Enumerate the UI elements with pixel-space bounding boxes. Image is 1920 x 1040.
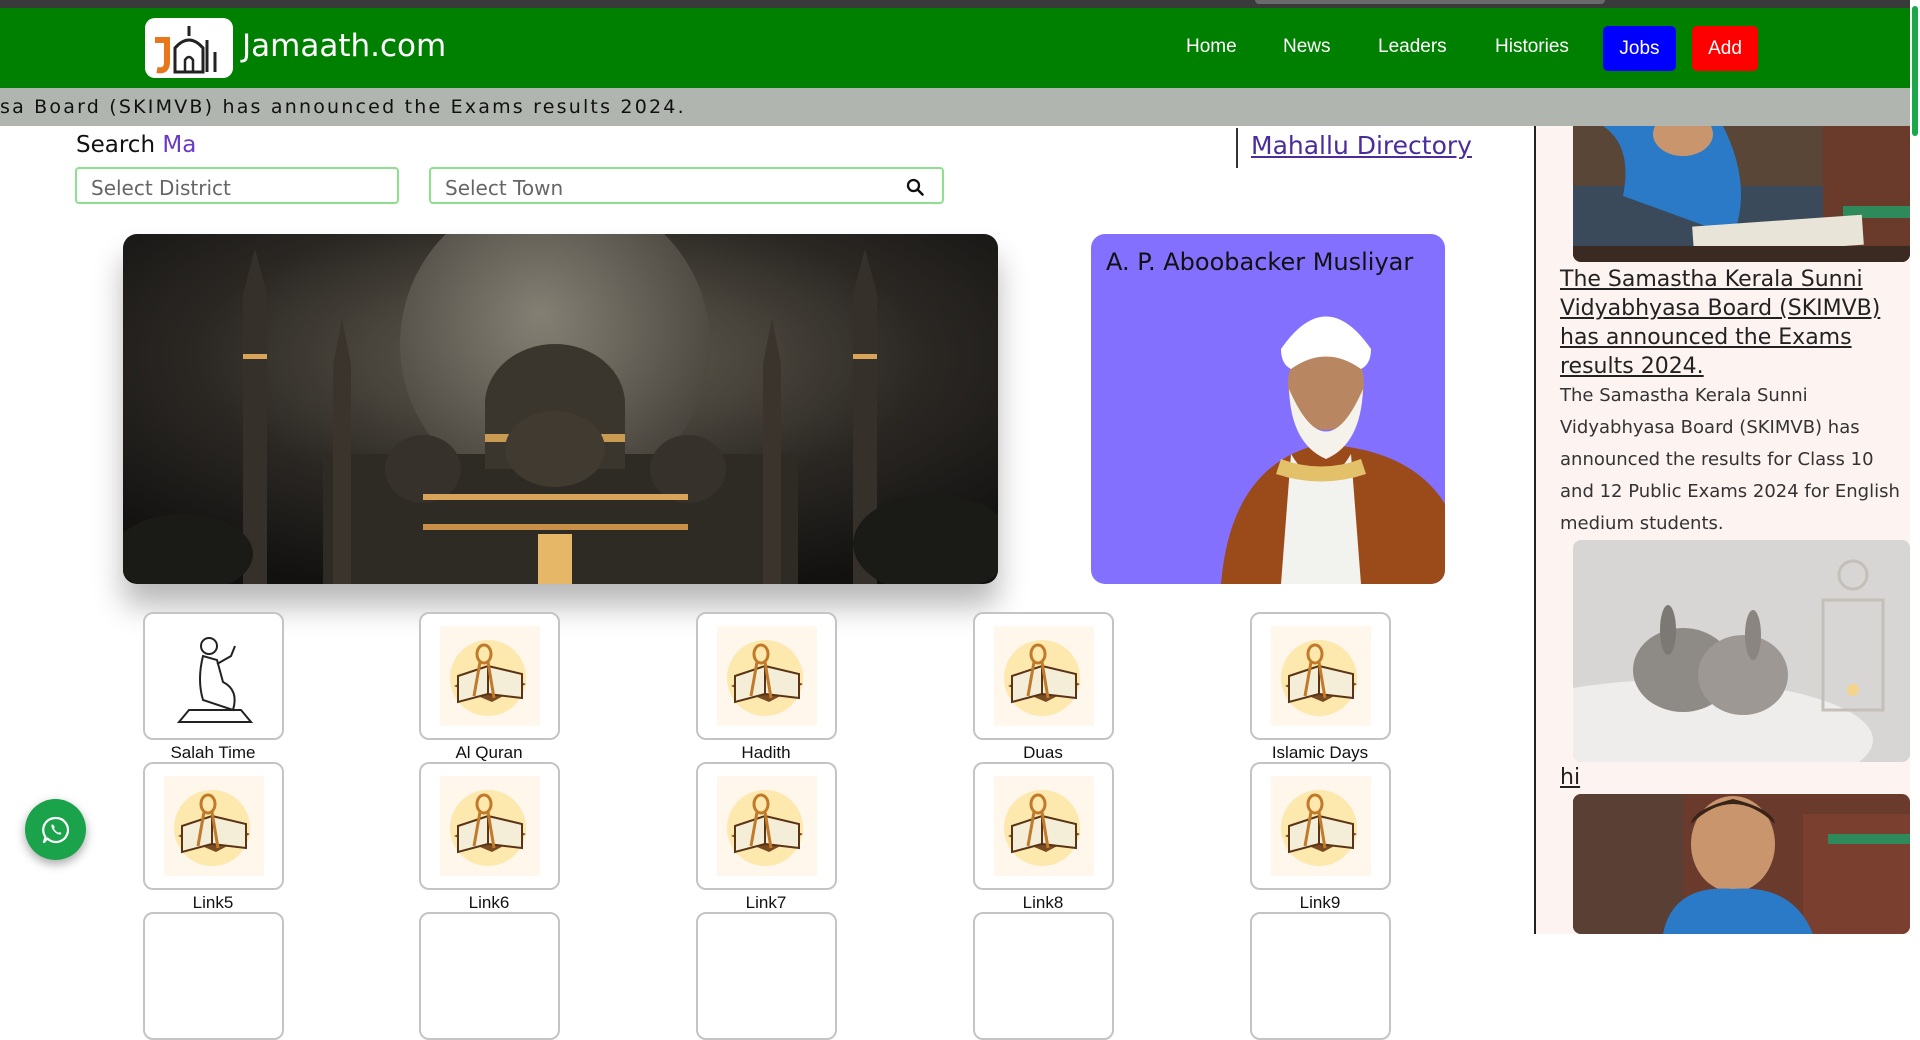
quran-icon bbox=[1271, 626, 1371, 726]
ticker-text[interactable]: sa Board (SKIMVB) has announced the Exam… bbox=[0, 96, 686, 118]
leader-portrait bbox=[1221, 316, 1445, 584]
rabbits-image bbox=[1573, 540, 1910, 762]
tile-link6[interactable] bbox=[419, 762, 560, 890]
quran-icon bbox=[994, 776, 1094, 876]
tile-hadith[interactable] bbox=[696, 612, 837, 740]
tile-row3-2[interactable] bbox=[419, 912, 560, 1040]
tile-label-hadith: Hadith bbox=[741, 743, 791, 762]
search-icon[interactable] bbox=[906, 178, 924, 196]
navbar: Jamaath.com Home News Leaders Histories … bbox=[0, 8, 1910, 88]
student-writing-image bbox=[1573, 126, 1910, 262]
tile-label-link7: Link7 bbox=[745, 893, 787, 912]
tile-label-al-quran: Al Quran bbox=[455, 743, 523, 762]
district-select-placeholder: Select District bbox=[91, 176, 231, 200]
tile-al-quran[interactable] bbox=[419, 612, 560, 740]
tile-label-link6: Link6 bbox=[468, 893, 510, 912]
whatsapp-icon bbox=[41, 816, 69, 843]
news-sidebar: The Samastha Kerala Sunni Vidyabhyasa Bo… bbox=[1536, 126, 1910, 934]
hero-banner[interactable] bbox=[123, 234, 998, 584]
search-heading: Search Ma bbox=[76, 132, 196, 158]
news-title-2[interactable]: hi bbox=[1560, 763, 1910, 792]
tile-label-link5: Link5 bbox=[192, 893, 234, 912]
town-select[interactable]: Select Town bbox=[429, 167, 944, 204]
tile-row3-3[interactable] bbox=[696, 912, 837, 1040]
tile-link5[interactable] bbox=[143, 762, 284, 890]
news-title-1[interactable]: The Samastha Kerala Sunni Vidyabhyasa Bo… bbox=[1560, 265, 1910, 381]
tile-row3-4[interactable] bbox=[973, 912, 1114, 1040]
boy-writing-image bbox=[1573, 794, 1910, 934]
brand-name[interactable]: Jamaath.com bbox=[242, 28, 446, 64]
tile-link7[interactable] bbox=[696, 762, 837, 890]
tile-row3-1[interactable] bbox=[143, 912, 284, 1040]
scrollbar-thumb[interactable] bbox=[1912, 6, 1918, 136]
quran-icon bbox=[717, 776, 817, 876]
tile-duas[interactable] bbox=[973, 612, 1114, 740]
page-scrollbar[interactable] bbox=[1910, 0, 1920, 934]
leader-card[interactable]: A. P. Aboobacker Musliyar bbox=[1091, 234, 1445, 584]
leader-name: A. P. Aboobacker Musliyar bbox=[1106, 248, 1414, 276]
tile-link8[interactable] bbox=[973, 762, 1114, 890]
search-heading-accent: Ma bbox=[162, 132, 197, 158]
tile-label-link8: Link8 bbox=[1022, 893, 1064, 912]
nav-leaders[interactable]: Leaders bbox=[1378, 36, 1447, 58]
nav-home[interactable]: Home bbox=[1186, 36, 1237, 58]
tile-link9[interactable] bbox=[1250, 762, 1391, 890]
directory-divider bbox=[1236, 128, 1238, 168]
browser-top-strip bbox=[0, 0, 1920, 8]
quran-icon bbox=[440, 626, 540, 726]
prayer-icon bbox=[176, 637, 254, 723]
news-description-1: The Samastha Kerala Sunni Vidyabhyasa Bo… bbox=[1560, 385, 1900, 534]
quran-icon bbox=[1271, 776, 1371, 876]
tile-label-duas: Duas bbox=[1023, 743, 1063, 762]
quran-icon bbox=[164, 776, 264, 876]
tile-label-salah-time: Salah Time bbox=[170, 743, 256, 762]
quran-icon bbox=[440, 776, 540, 876]
browser-tab-pill bbox=[1255, 0, 1605, 4]
news-image-student-writing[interactable] bbox=[1573, 126, 1910, 262]
tile-label-islamic-days: Islamic Days bbox=[1271, 743, 1369, 762]
nav-news[interactable]: News bbox=[1283, 36, 1331, 58]
district-select[interactable]: Select District bbox=[75, 167, 399, 204]
tile-label-link9: Link9 bbox=[1299, 893, 1341, 912]
logo-mosque-icon bbox=[155, 26, 217, 74]
town-select-placeholder: Select Town bbox=[445, 176, 564, 200]
tile-islamic-days[interactable] bbox=[1250, 612, 1391, 740]
tile-row3-5[interactable] bbox=[1250, 912, 1391, 1040]
jobs-button[interactable]: Jobs bbox=[1603, 26, 1676, 71]
mahallu-directory-link[interactable]: Mahallu Directory bbox=[1251, 131, 1472, 160]
news-ticker: sa Board (SKIMVB) has announced the Exam… bbox=[0, 88, 1910, 126]
nav-histories[interactable]: Histories bbox=[1495, 36, 1569, 58]
tile-salah-time[interactable] bbox=[143, 612, 284, 740]
mosque-night-image bbox=[123, 234, 998, 584]
search-heading-text: Search bbox=[76, 132, 156, 158]
quran-icon bbox=[717, 626, 817, 726]
site-logo[interactable] bbox=[145, 18, 233, 78]
news-image-rabbits[interactable] bbox=[1573, 540, 1910, 762]
add-button[interactable]: Add bbox=[1692, 26, 1758, 71]
quran-icon bbox=[994, 626, 1094, 726]
news-image-boy-writing[interactable] bbox=[1573, 794, 1910, 934]
whatsapp-button[interactable] bbox=[25, 799, 86, 860]
